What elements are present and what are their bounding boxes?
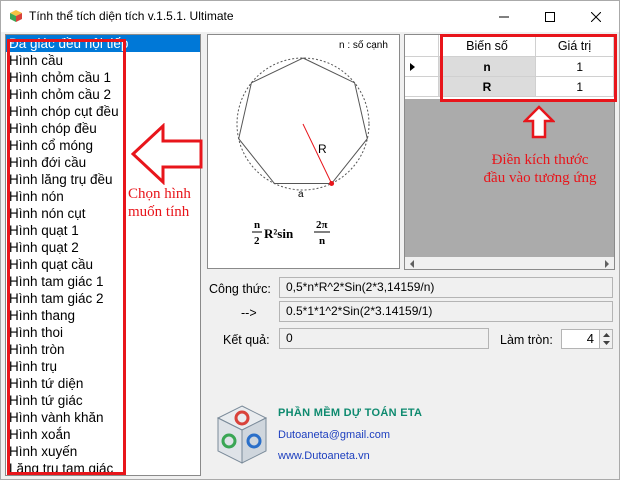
radius-label: R xyxy=(318,142,327,156)
formula-mid: R²sin xyxy=(264,226,294,241)
input-line-1: Điền kích thước xyxy=(491,152,589,168)
formula-label: Công thức: xyxy=(209,282,271,296)
formula-2: 2 xyxy=(254,235,260,247)
window-title: Tính thể tích diện tích v.1.5.1. Ultimat… xyxy=(29,9,234,23)
round-value: 4 xyxy=(586,331,594,346)
round-stepper[interactable]: 4 xyxy=(561,329,613,349)
maximize-button[interactable] xyxy=(527,1,573,32)
result-label: Kết quả: xyxy=(223,333,270,347)
minimize-icon xyxy=(499,16,509,17)
title-bar[interactable]: Tính thể tích diện tích v.1.5.1. Ultimat… xyxy=(1,1,619,32)
round-label: Làm tròn: xyxy=(500,333,553,347)
formula-field[interactable]: 0,5*n*R^2*Sin(2*3,14159/n) xyxy=(279,277,613,298)
eta-logo-icon xyxy=(216,405,268,464)
horizontal-scrollbar[interactable] xyxy=(405,257,614,269)
brand-name: PHẦN MỀM DỰ TOÁN ETA xyxy=(278,407,423,419)
formula-n: n xyxy=(254,219,260,231)
polygon-diagram: R a n 2 R²sin 2π n xyxy=(236,57,370,247)
minimize-button[interactable] xyxy=(481,1,527,32)
row-pointer-icon xyxy=(410,63,415,71)
choose-shape-label: Chọn hình muốn tính xyxy=(128,185,191,221)
up-arrow-icon xyxy=(523,105,555,139)
highlight-frame-grid xyxy=(440,34,617,102)
formula-den: n xyxy=(319,235,325,247)
substituted-arrow-label: --> xyxy=(241,306,257,320)
row-indicator[interactable] xyxy=(405,57,439,77)
substituted-formula-field[interactable]: 0.5*1*1^2*Sin(2*3.14159/1) xyxy=(279,301,613,322)
spin-up-icon xyxy=(603,333,610,337)
close-button[interactable] xyxy=(573,1,619,32)
maximize-icon xyxy=(545,11,555,22)
input-hint-label: Điền kích thước đầu vào tương ứng xyxy=(468,151,612,187)
scroll-right-icon xyxy=(605,260,609,268)
choose-line-1: Chọn hình xyxy=(128,186,191,202)
app-cube-icon xyxy=(10,10,22,22)
close-icon xyxy=(591,11,601,22)
scroll-left-icon xyxy=(410,260,414,268)
brand-website[interactable]: www.Dutoaneta.vn xyxy=(278,450,370,462)
row-indicator[interactable] xyxy=(405,77,439,97)
choose-line-2: muốn tính xyxy=(128,204,190,220)
formula-2pi: 2π xyxy=(316,219,328,231)
input-line-2: đầu vào tương ứng xyxy=(483,170,597,186)
app-window: Tính thể tích diện tích v.1.5.1. Ultimat… xyxy=(0,0,620,480)
highlight-frame-list xyxy=(7,39,126,475)
spin-down-icon xyxy=(603,341,610,345)
left-arrow-icon xyxy=(131,123,203,185)
figure-panel: n : số cạnh R a n 2 R²sin 2π n xyxy=(207,34,400,269)
brand-email[interactable]: Dutoaneta@gmail.com xyxy=(278,429,390,441)
grid-corner xyxy=(405,35,439,57)
result-field[interactable]: 0 xyxy=(279,328,489,349)
side-label: a xyxy=(298,189,304,200)
